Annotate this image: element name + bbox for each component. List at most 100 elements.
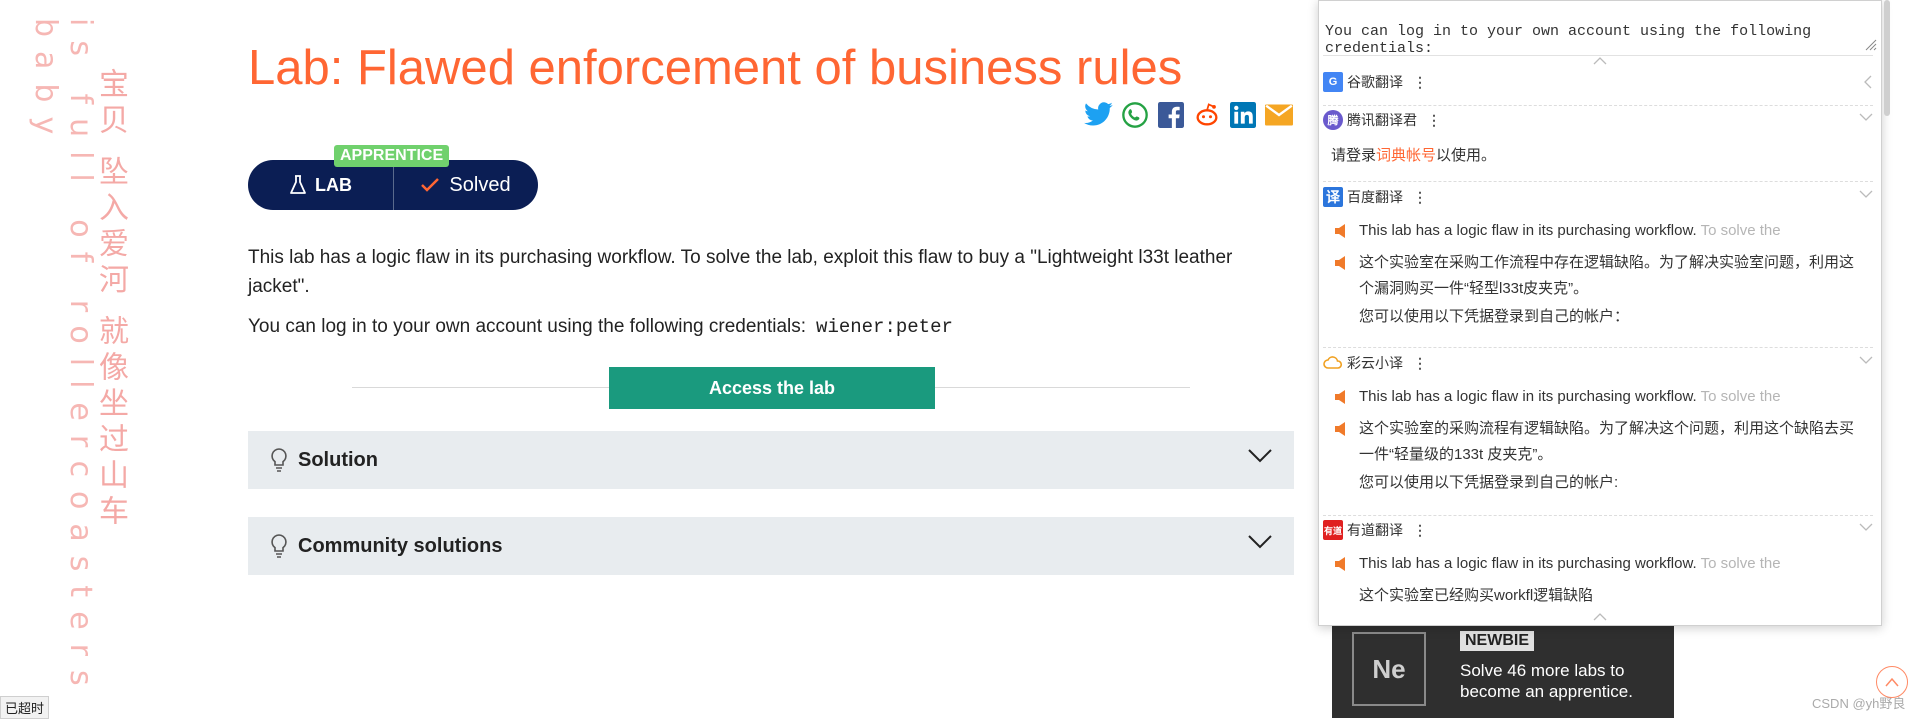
lightbulb-icon (271, 534, 287, 558)
baidu-source-text: This lab has a logic flaw in its purchas… (1359, 218, 1859, 244)
baidu-translation-text: 这个实验室在采购工作流程中存在逻辑缺陷。为了解决实验室问题，利用这个漏洞购买一件… (1359, 254, 1855, 297)
baidu-name: 百度翻译 (1347, 189, 1403, 205)
chevron-down-icon[interactable] (1859, 523, 1873, 531)
linkedin-icon[interactable] (1228, 100, 1258, 130)
baidu-creds-text: 您可以使用以下凭据登录到自己的帐户： (1359, 308, 1630, 325)
solution-label: Solution (298, 448, 378, 471)
baidu-translation-line: 这个实验室在采购工作流程中存在逻辑缺陷。为了解决实验室问题，利用这个漏洞购买一件… (1319, 244, 1881, 302)
status-bar: 已超时 (0, 696, 50, 719)
facebook-icon[interactable] (1156, 100, 1186, 130)
share-bar (1084, 100, 1294, 130)
tencent-login-line: 请登录 词典帐号 以使用。 (1319, 135, 1881, 169)
youdao-translation-line: 这个实验室已经购买workfl逻辑缺陷 (1319, 577, 1881, 609)
speaker-icon[interactable] (1331, 421, 1351, 437)
more-options-icon[interactable]: ⋮ (1413, 74, 1427, 91)
baidu-header: 译 百度翻译 ⋮ (1319, 182, 1881, 212)
baidu-source-line: This lab has a logic flaw in its purchas… (1319, 212, 1881, 244)
collapse-up-icon[interactable] (1593, 613, 1607, 621)
caiyun-translation-text: 这个实验室的采购流程有逻辑缺陷。为了解决这个问题，利用这个缺陷去买一件“轻量级的… (1359, 420, 1855, 463)
solution-accordion[interactable]: Solution (248, 431, 1294, 489)
lab-label: LAB (315, 174, 352, 195)
chevron-down-icon[interactable] (1248, 535, 1272, 549)
baidu-source-en: This lab has a logic flaw in its purchas… (1359, 222, 1697, 239)
youdao-source-text: This lab has a logic flaw in its purchas… (1359, 551, 1859, 577)
solved-section: Solved (394, 174, 538, 197)
chevron-down-icon[interactable] (1859, 356, 1873, 364)
speaker-icon[interactable] (1331, 223, 1351, 239)
lab-section: LAB (248, 160, 394, 210)
tencent-header: 腾 腾讯翻译君 ⋮ (1319, 105, 1881, 135)
credentials-value: wiener:peter (816, 316, 953, 338)
google-translate-icon: G (1323, 72, 1343, 92)
page-title: Lab: Flawed enforcement of business rule… (248, 41, 1183, 95)
youdao-source-fade: To solve the (1700, 555, 1781, 572)
community-solutions-label: Community solutions (298, 534, 503, 557)
more-options-icon[interactable]: ⋮ (1427, 112, 1441, 129)
checkmark-icon (421, 178, 440, 192)
youdao-header: 有道 有道翻译 ⋮ (1319, 515, 1881, 545)
level-badge: APPRENTICE (334, 145, 450, 167)
youdao-name: 有道翻译 (1347, 522, 1403, 538)
source-divider (1323, 55, 1873, 56)
speaker-icon[interactable] (1331, 556, 1351, 572)
twitter-icon[interactable] (1084, 100, 1114, 130)
more-options-icon[interactable]: ⋮ (1413, 189, 1427, 206)
lab-description: This lab has a logic flaw in its purchas… (248, 247, 1233, 297)
caiyun-header: 彩云小译 ⋮ (1319, 348, 1881, 378)
tencent-translate-section: 腾 腾讯翻译君 ⋮ 请登录 词典帐号 以使用。 (1319, 105, 1881, 169)
speaker-icon[interactable] (1331, 389, 1351, 405)
tencent-login-post: 以使用。 (1436, 147, 1497, 164)
youdao-translate-icon: 有道 (1323, 520, 1343, 540)
youdao-translation-text: 这个实验室已经购买workfl逻辑缺陷 (1359, 587, 1594, 604)
youdao-source-en: This lab has a logic flaw in its purchas… (1359, 555, 1697, 572)
chevron-down-icon[interactable] (1859, 113, 1873, 121)
baidu-creds-line: 您可以使用以下凭据登录到自己的帐户： (1319, 302, 1881, 330)
tencent-login-pre: 请登录 (1331, 147, 1377, 164)
popup-source-text: You can log in to your own account using… (1325, 23, 1812, 57)
caiyun-creds-line: 您可以使用以下凭据登录到自己的帐户: (1319, 468, 1881, 496)
chevron-left-icon[interactable] (1863, 75, 1873, 89)
more-options-icon[interactable]: ⋮ (1413, 355, 1427, 372)
tencent-translate-icon: 腾 (1323, 110, 1343, 130)
email-icon[interactable] (1264, 100, 1294, 130)
youdao-translate-section: 有道 有道翻译 ⋮ This lab has a logic flaw in i… (1319, 515, 1881, 609)
baidu-translate-icon: 译 (1323, 187, 1343, 207)
lightbulb-icon (271, 448, 287, 472)
chevron-down-icon[interactable] (1859, 190, 1873, 198)
caiyun-source-text: This lab has a logic flaw in its purchas… (1359, 384, 1859, 410)
translation-popup: You can log in to your own account using… (1318, 0, 1882, 626)
caiyun-source-line: This lab has a logic flaw in its purchas… (1319, 378, 1881, 410)
resize-handle-icon[interactable] (1863, 37, 1877, 51)
arrow-up-icon (1885, 677, 1899, 687)
credentials-text: You can log in to your own account using… (248, 316, 807, 337)
newbie-progress-card[interactable]: Ne NEWBIE Solve 46 more labs to become a… (1332, 618, 1674, 718)
google-translate-section: G 谷歌翻译 ⋮ (1319, 67, 1881, 97)
caiyun-creds-text: 您可以使用以下凭据登录到自己的帐户: (1359, 474, 1619, 491)
community-solutions-accordion[interactable]: Community solutions (248, 517, 1294, 575)
lab-status-badge: APPRENTICE LAB Solved (248, 145, 538, 210)
scroll-top-button[interactable] (1876, 666, 1908, 698)
lab-badge-pill: LAB Solved (248, 160, 538, 210)
caiyun-name: 彩云小译 (1347, 355, 1403, 371)
access-lab-button[interactable]: Access the lab (609, 367, 935, 409)
youdao-source-line: This lab has a logic flaw in its purchas… (1319, 545, 1881, 577)
caiyun-translate-section: 彩云小译 ⋮ This lab has a logic flaw in its … (1319, 348, 1881, 496)
newbie-logo: Ne (1352, 632, 1426, 706)
collapse-up-icon[interactable] (1593, 57, 1607, 65)
more-options-icon[interactable]: ⋮ (1413, 522, 1427, 539)
decor-vertical-chinese: 宝贝 坠入爱河 就像坐过山车 (93, 68, 128, 532)
credentials-line: You can log in to your own account using… (248, 316, 953, 338)
newbie-badge: NEWBIE (1460, 631, 1534, 651)
speaker-icon[interactable] (1331, 255, 1351, 271)
flask-icon (290, 175, 306, 194)
caiyun-cloud-icon (1323, 353, 1343, 373)
caiyun-source-fade: To solve the (1700, 388, 1781, 405)
page-scrollbar[interactable] (1884, 0, 1890, 116)
chevron-down-icon[interactable] (1248, 449, 1272, 463)
caiyun-source-en: This lab has a logic flaw in its purchas… (1359, 388, 1697, 405)
caiyun-translation-line: 这个实验室的采购流程有逻辑缺陷。为了解决这个问题，利用这个缺陷去买一件“轻量级的… (1319, 410, 1881, 468)
reddit-icon[interactable] (1192, 100, 1222, 130)
tencent-login-link[interactable]: 词典帐号 (1376, 143, 1436, 169)
whatsapp-icon[interactable] (1120, 100, 1150, 130)
google-header: G 谷歌翻译 ⋮ (1319, 67, 1881, 97)
